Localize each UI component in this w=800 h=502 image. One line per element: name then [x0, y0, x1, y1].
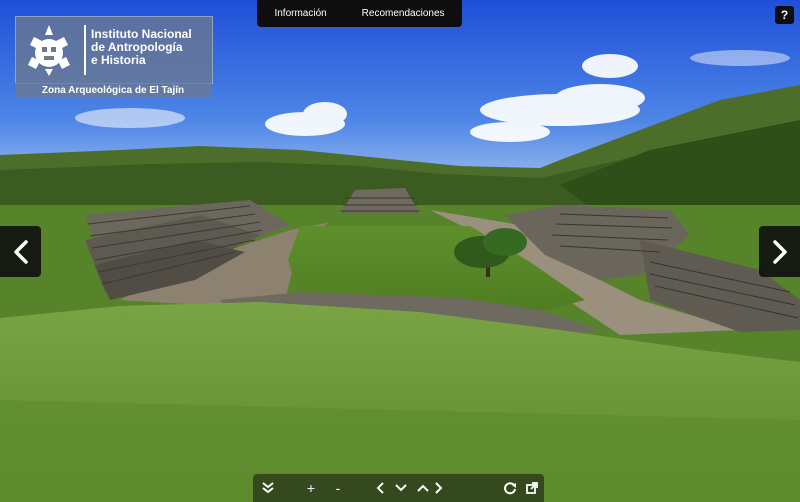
chevron-right-icon — [435, 482, 443, 494]
zoom-out-button[interactable]: - — [327, 478, 349, 498]
help-button[interactable]: ? — [775, 6, 794, 24]
inah-logo-panel: Instituto Nacional de Antropología e His… — [15, 16, 213, 84]
fullscreen-button[interactable] — [521, 478, 543, 498]
chevron-left-icon — [376, 482, 384, 494]
collapse-controls-button[interactable] — [257, 478, 279, 498]
chevron-down-icon — [395, 484, 407, 492]
autorotate-button[interactable] — [499, 478, 521, 498]
rotate-icon — [504, 482, 516, 495]
logo-divider — [84, 25, 86, 75]
pan-down-button[interactable] — [390, 478, 412, 498]
panorama-viewer[interactable]: Información Recomendaciones ? Instituto … — [0, 0, 800, 502]
viewer-controls: + - — [253, 474, 544, 502]
chevron-right-icon — [772, 239, 787, 264]
site-name: Zona Arqueológica de El Tajín — [15, 83, 211, 98]
pan-left-button[interactable] — [369, 478, 391, 498]
menu-item-informacion[interactable]: Información — [274, 8, 326, 19]
top-menu-bar: Información Recomendaciones — [257, 0, 462, 27]
menu-item-recomendaciones[interactable]: Recomendaciones — [362, 8, 445, 19]
inah-logo-icon — [28, 25, 70, 76]
next-scene-button[interactable] — [759, 226, 800, 277]
logo-line-3: e Historia — [91, 53, 146, 67]
double-chevron-down-icon — [262, 482, 274, 494]
pan-right-button[interactable] — [428, 478, 450, 498]
previous-scene-button[interactable] — [0, 226, 41, 277]
chevron-left-icon — [13, 239, 28, 264]
zoom-in-button[interactable]: + — [300, 478, 322, 498]
fullscreen-icon — [526, 482, 538, 494]
logo-text: Instituto Nacional de Antropología e His… — [91, 28, 192, 67]
